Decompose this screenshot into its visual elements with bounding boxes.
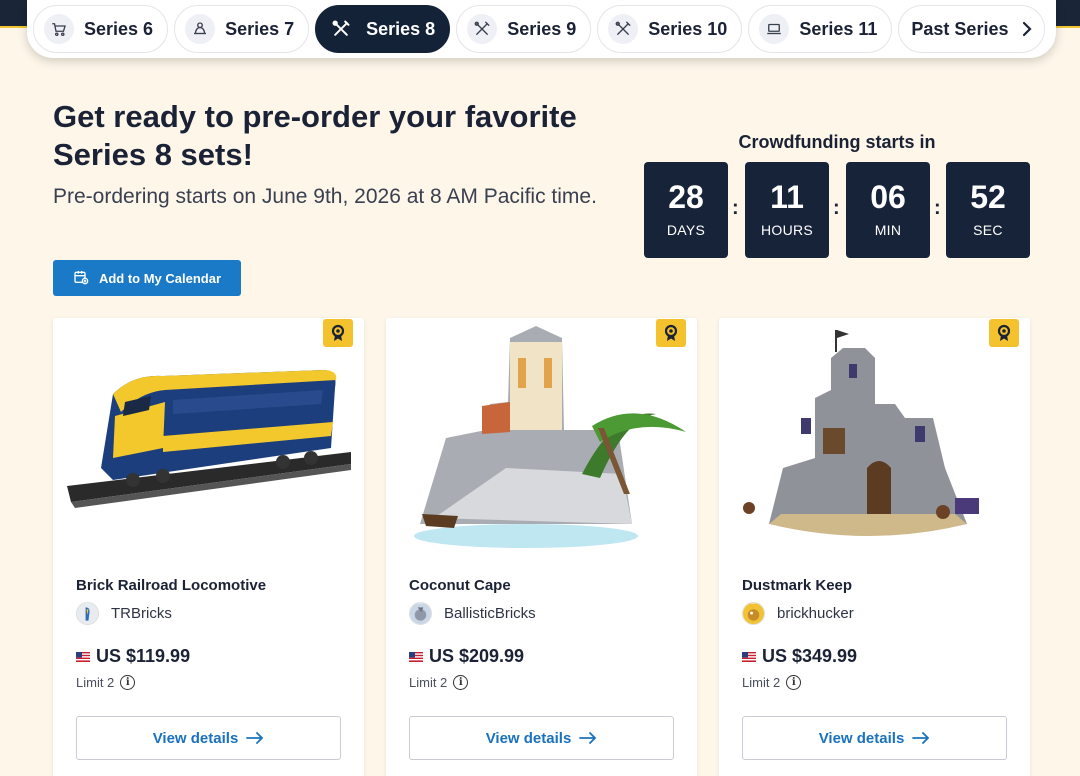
view-details-button[interactable]: View details — [76, 716, 341, 760]
creator-avatar — [409, 602, 432, 625]
countdown-days: 28 DAYS — [644, 162, 728, 258]
tab-past-series[interactable]: Past Series — [898, 5, 1046, 53]
tools-icon — [326, 14, 356, 44]
countdown-hours-label: HOURS — [760, 222, 814, 238]
tab-label: Series 8 — [366, 18, 436, 39]
countdown-hours: 11 HOURS — [745, 162, 829, 258]
price: US $349.99 — [742, 646, 857, 667]
limit-text: Limit 2 — [409, 675, 448, 690]
tab-series-7[interactable]: Series 7 — [174, 5, 310, 53]
product-card[interactable]: Coconut Cape BallisticBricks US $209.99 … — [386, 318, 697, 776]
countdown-hours-value: 11 — [770, 179, 804, 215]
limit-text: Limit 2 — [76, 675, 115, 690]
tower-icon — [185, 14, 216, 44]
locomotive-image — [67, 370, 351, 508]
add-to-calendar-label: Add to My Calendar — [98, 270, 222, 286]
cart-icon — [44, 14, 74, 44]
countdown-minutes-label: MIN — [874, 222, 902, 238]
creator[interactable]: BallisticBricks — [409, 602, 536, 625]
view-details-label: View details — [485, 729, 572, 747]
award-badge-icon — [323, 319, 353, 347]
chevron-right-icon — [1020, 14, 1034, 44]
price-value: US $349.99 — [762, 646, 858, 666]
laptop-icon — [759, 14, 790, 44]
tools-icon — [608, 14, 639, 44]
purchase-limit: Limit 2 i — [76, 675, 136, 690]
preorder-date-text: Pre-ordering starts on June 9th, 2026 at… — [53, 185, 597, 208]
tab-series-11[interactable]: Series 11 — [748, 5, 893, 53]
creator-name: TRBricks — [111, 605, 172, 622]
page-headline: Get ready to pre-order your favorite Ser… — [53, 99, 577, 172]
info-icon[interactable]: i — [453, 675, 469, 690]
price-value: US $119.99 — [96, 646, 191, 666]
us-flag-icon — [742, 651, 756, 662]
tab-series-6[interactable]: Series 6 — [33, 5, 169, 53]
price-value: US $209.99 — [429, 646, 525, 666]
creator-avatar — [742, 602, 765, 625]
tab-series-10[interactable]: Series 10 — [597, 5, 743, 53]
tab-label: Series 11 — [799, 18, 878, 39]
countdown-seconds: 52 SEC — [946, 162, 1030, 258]
arrow-right-icon — [912, 732, 930, 744]
coastal-fort-image — [414, 326, 686, 548]
product-card[interactable]: Brick Railroad Locomotive TRBricks US $1… — [53, 318, 364, 776]
tab-label: Series 9 — [507, 18, 577, 39]
view-details-label: View details — [152, 729, 239, 747]
tab-series-9[interactable]: Series 9 — [456, 5, 592, 53]
countdown-title: Crowdfunding starts in — [738, 132, 936, 152]
award-badge-icon — [989, 319, 1019, 347]
creator-name: brickhucker — [777, 605, 854, 622]
countdown-minutes: 06 MIN — [846, 162, 930, 258]
add-to-calendar-button[interactable]: Add to My Calendar — [53, 260, 241, 296]
creator-avatar — [76, 602, 99, 625]
countdown-separator: : — [732, 197, 739, 219]
info-icon[interactable]: i — [120, 675, 136, 690]
countdown-days-value: 28 — [668, 179, 704, 215]
creator[interactable]: brickhucker — [742, 602, 854, 625]
tab-label: Series 7 — [225, 18, 295, 39]
countdown-minutes-value: 06 — [870, 179, 906, 215]
award-badge-icon — [656, 319, 686, 347]
creator[interactable]: TRBricks — [76, 602, 172, 625]
calendar-icon — [73, 269, 89, 288]
countdown-separator: : — [833, 197, 840, 219]
arrow-right-icon — [579, 732, 597, 744]
product-name: Brick Railroad Locomotive — [76, 577, 267, 594]
tab-label: Series 6 — [84, 18, 154, 39]
price: US $119.99 — [76, 646, 190, 667]
creator-name: BallisticBricks — [444, 605, 536, 622]
view-details-button[interactable]: View details — [742, 716, 1007, 760]
countdown-separator: : — [934, 197, 941, 219]
tab-label: Past Series — [911, 18, 1009, 39]
us-flag-icon — [76, 651, 90, 662]
tab-series-8[interactable]: Series 8 — [315, 5, 451, 53]
product-card[interactable]: Dustmark Keep brickhucker US $349.99 Lim… — [719, 318, 1030, 776]
product-name: Coconut Cape — [409, 577, 511, 594]
arrow-right-icon — [246, 732, 264, 744]
view-details-button[interactable]: View details — [409, 716, 674, 760]
castle-keep-image — [743, 330, 979, 536]
price: US $209.99 — [409, 646, 524, 667]
view-details-label: View details — [818, 729, 905, 747]
tab-label: Series 10 — [648, 18, 728, 39]
limit-text: Limit 2 — [742, 675, 781, 690]
countdown-seconds-value: 52 — [970, 179, 1006, 215]
purchase-limit: Limit 2 i — [409, 675, 469, 690]
tools-icon — [467, 14, 498, 44]
info-icon[interactable]: i — [786, 675, 802, 690]
countdown-seconds-label: SEC — [973, 222, 1003, 238]
countdown-days-label: DAYS — [666, 222, 706, 238]
us-flag-icon — [409, 651, 423, 662]
product-name: Dustmark Keep — [742, 577, 853, 594]
purchase-limit: Limit 2 i — [742, 675, 802, 690]
series-tab-bar: Series 6 Series 7 Series 8 Series 9 Seri… — [27, 0, 1056, 58]
